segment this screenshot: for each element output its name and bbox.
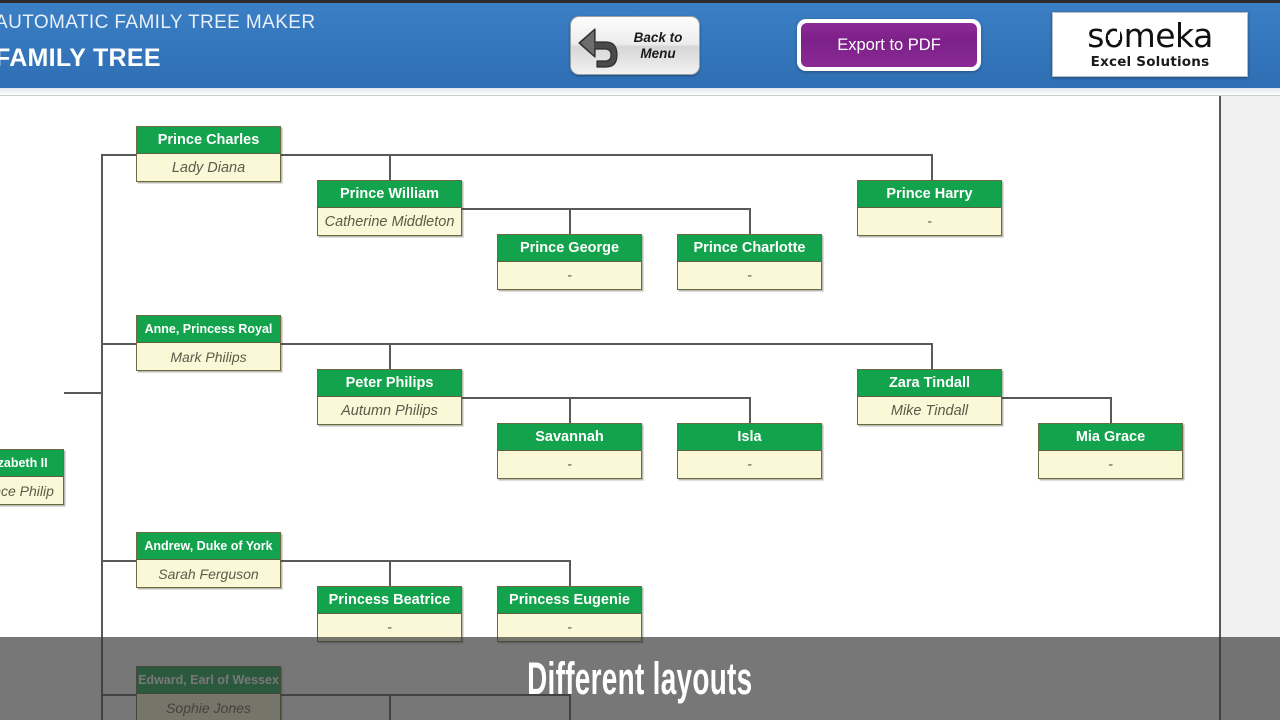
tree-node-andrew[interactable]: Andrew, Duke of YorkSarah Ferguson	[136, 532, 281, 588]
someka-logo: someka Excel Solutions	[1052, 12, 1248, 77]
sheet-right-border	[1219, 96, 1221, 720]
connector-main-spine	[101, 154, 103, 720]
tree-node-spouse: -	[498, 262, 641, 289]
tree-node-name: Mia Grace	[1039, 424, 1182, 451]
tree-node-name: Anne, Princess Royal	[137, 316, 280, 343]
family-tree-canvas: Elizabeth IIPrince Philip Prince CharlesL…	[0, 96, 1280, 720]
tree-node-name: Princess Beatrice	[318, 587, 461, 614]
connector-to-william	[389, 154, 391, 182]
header-titles: AUTOMATIC FAMILY TREE MAKER FAMILY TREE	[0, 12, 316, 73]
tree-node-isla[interactable]: Isla-	[677, 423, 822, 479]
video-caption-overlay: Different layouts	[0, 637, 1280, 720]
tree-node-george[interactable]: Prince George-	[497, 234, 642, 290]
tree-node-name: Isla	[678, 424, 821, 451]
tree-node-spouse: -	[1039, 451, 1182, 478]
connector-to-savannah	[569, 397, 571, 425]
tree-node-mia[interactable]: Mia Grace-	[1038, 423, 1183, 479]
connector-william-children	[461, 208, 751, 210]
connector-to-charlotte	[749, 208, 751, 236]
tree-node-zara[interactable]: Zara TindallMike Tindall	[857, 369, 1002, 425]
someka-logo-tagline: Excel Solutions	[1091, 54, 1210, 70]
tree-node-anne[interactable]: Anne, Princess RoyalMark Philips	[136, 315, 281, 371]
tree-node-savannah[interactable]: Savannah-	[497, 423, 642, 479]
tree-node-spouse: -	[678, 262, 821, 289]
connector-elizabeth-to-spine	[64, 392, 103, 394]
tree-node-william[interactable]: Prince WilliamCatherine Middleton	[317, 180, 462, 236]
tree-node-name: Zara Tindall	[858, 370, 1001, 397]
back-to-menu-button[interactable]: Back to Menu	[570, 16, 700, 75]
export-to-pdf-label: Export to PDF	[801, 23, 977, 67]
connector-to-peter	[389, 343, 391, 371]
tree-node-spouse: Prince Philip	[0, 477, 63, 504]
caption-text: Different layouts	[527, 653, 752, 705]
tree-node-harry[interactable]: Prince Harry-	[857, 180, 1002, 236]
connector-to-isla	[749, 397, 751, 425]
tree-node-beatrice[interactable]: Princess Beatrice-	[317, 586, 462, 642]
connector-zara-children	[1001, 397, 1111, 399]
tree-node-spouse: Lady Diana	[137, 154, 280, 181]
connector-peter-children	[461, 397, 751, 399]
tree-node-name: Savannah	[498, 424, 641, 451]
screenshot-root: AUTOMATIC FAMILY TREE MAKER FAMILY TREE …	[0, 0, 1280, 720]
tree-node-name: Prince Charles	[137, 127, 280, 154]
tree-node-elizabeth[interactable]: Elizabeth IIPrince Philip	[0, 449, 64, 505]
tree-node-spouse: Autumn Philips	[318, 397, 461, 424]
tree-node-name: Andrew, Duke of York	[137, 533, 280, 560]
connector-to-eugenie	[569, 560, 571, 588]
connector-to-beatrice	[389, 560, 391, 588]
tree-node-name: Prince Harry	[858, 181, 1001, 208]
connector-to-george	[569, 208, 571, 236]
tree-node-peter[interactable]: Peter PhilipsAutumn Philips	[317, 369, 462, 425]
tree-node-name: Elizabeth II	[0, 450, 63, 477]
tree-node-spouse: Mark Philips	[137, 343, 280, 370]
page-title: FAMILY TREE	[0, 44, 316, 73]
tree-node-charlotte[interactable]: Prince Charlotte-	[677, 234, 822, 290]
someka-logo-text: someka	[1087, 16, 1213, 55]
tree-node-name: Prince William	[318, 181, 461, 208]
tree-node-name: Peter Philips	[318, 370, 461, 397]
tree-node-spouse: Mike Tindall	[858, 397, 1001, 424]
connector-to-harry	[931, 154, 933, 182]
connector-to-mia	[1110, 397, 1112, 425]
back-arrow-icon	[575, 24, 623, 68]
sheet-outside-area	[1221, 96, 1280, 720]
bar-chart-glyph-icon	[1107, 28, 1121, 40]
tree-node-spouse: -	[498, 451, 641, 478]
connector-to-zara	[931, 343, 933, 371]
back-to-menu-label: Back to Menu	[623, 30, 693, 62]
header-underline	[0, 88, 1280, 96]
tree-node-spouse: Sarah Ferguson	[137, 560, 280, 587]
someka-logo-word: someka	[1087, 19, 1213, 53]
export-to-pdf-button[interactable]: Export to PDF	[797, 19, 981, 71]
tree-node-spouse: -	[858, 208, 1001, 235]
tree-node-charles[interactable]: Prince CharlesLady Diana	[136, 126, 281, 182]
back-label-line1: Back to	[623, 30, 693, 46]
app-subtitle: AUTOMATIC FAMILY TREE MAKER	[0, 12, 316, 34]
tree-node-name: Prince George	[498, 235, 641, 262]
tree-node-name: Prince Charlotte	[678, 235, 821, 262]
tree-node-spouse: -	[678, 451, 821, 478]
tree-node-name: Princess Eugenie	[498, 587, 641, 614]
tree-node-eugenie[interactable]: Princess Eugenie-	[497, 586, 642, 642]
back-label-line2: Menu	[623, 46, 693, 62]
tree-node-spouse: Catherine Middleton	[318, 208, 461, 235]
